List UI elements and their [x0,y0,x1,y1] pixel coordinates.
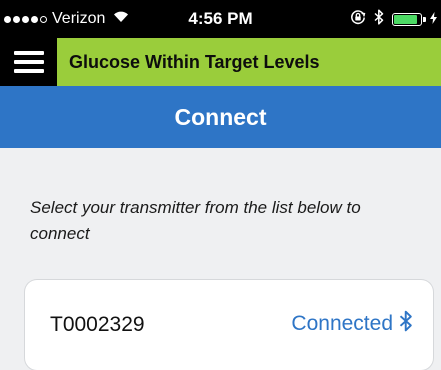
instructions-text: Select your transmitter from the list be… [30,198,361,243]
bluetooth-icon [399,310,413,338]
status-bar: Verizon 4:56 PM [0,0,441,38]
charging-bolt-icon [430,11,437,29]
page-title: Connect [174,104,267,130]
battery-fill [394,15,418,24]
menu-button[interactable] [0,38,57,86]
bluetooth-icon [374,9,384,30]
connection-status-label: Connected [291,312,393,335]
glucose-status-banner: Glucose Within Target Levels [0,38,441,86]
battery-tip [423,17,426,22]
hamburger-menu-icon-bar [13,51,44,55]
transmitter-list-item[interactable]: T0002329 Connected [25,280,433,370]
glucose-status-text: Glucose Within Target Levels [69,52,320,72]
status-icons [350,9,437,30]
navigation-bar: Connect [0,86,441,148]
connection-status: Connected [291,310,413,338]
rotation-lock-icon [350,9,366,30]
hamburger-menu-icon-bar [13,60,44,64]
transmitter-id: T0002329 [50,313,145,336]
battery-icon [392,13,426,26]
hamburger-menu-icon-bar [13,69,44,73]
